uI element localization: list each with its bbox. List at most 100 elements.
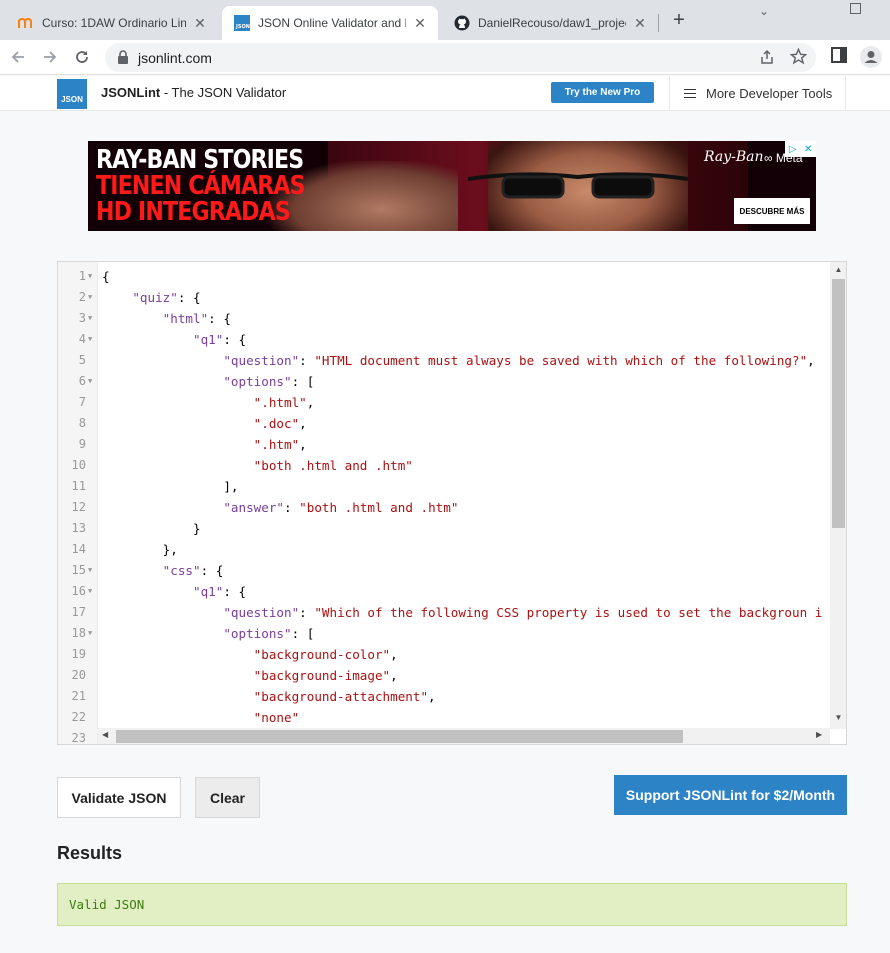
ad-cta-button[interactable]: DESCUBRE MÁS [734,198,810,224]
code-line[interactable]: 2 ▼ "quiz": { [58,287,830,308]
fold-arrow-icon[interactable]: ▼ [88,266,96,287]
support-jsonlint-button[interactable]: Support JSONLint for $2/Month [614,775,847,815]
fold-arrow-icon[interactable]: ▼ [88,371,96,392]
fold-arrow-icon[interactable]: ▼ [88,329,96,350]
ad-info-icon[interactable]: ▷ [785,141,801,157]
maximize-icon[interactable] [850,3,861,17]
url-text[interactable]: jsonlint.com [138,50,212,66]
fold-arrow-icon[interactable]: ▼ [88,308,96,329]
code-line[interactable]: 13 } [58,518,830,539]
more-developer-tools-button[interactable]: More Developer Tools [669,76,846,111]
code-line[interactable]: 12 "answer": "both .html and .htm" [58,497,830,518]
address-bar[interactable]: jsonlint.com [105,43,816,72]
ad-close-icon[interactable]: ✕ [801,141,817,157]
tab-github[interactable]: DanielRecouso/daw1_project ✕ [442,6,658,40]
code-text[interactable]: ".html", [102,392,315,413]
profile-avatar-icon[interactable] [860,46,882,73]
fold-arrow-icon[interactable]: ▼ [88,623,96,644]
code-line[interactable]: 8 ".doc", [58,413,830,434]
validate-json-button[interactable]: Validate JSON [57,777,181,818]
code-line[interactable]: 10 "both .html and .htm" [58,455,830,476]
code-line[interactable]: 7 ".html", [58,392,830,413]
code-text[interactable]: ".doc", [102,413,307,434]
json-string: "none" [253,710,300,725]
code-line[interactable]: 16 ▼ "q1": { [58,581,830,602]
code-text[interactable]: ".htm", [102,434,307,455]
code-text[interactable]: "q1": { [102,329,246,350]
code-text[interactable]: }, [102,539,178,560]
code-line[interactable]: 14 }, [58,539,830,560]
horizontal-scrollbar[interactable]: ◀ ▶ [98,728,830,744]
try-pro-button[interactable]: Try the New Pro [551,82,654,103]
fold-arrow-icon[interactable]: ▼ [88,287,96,308]
scroll-up-icon[interactable]: ▲ [830,265,846,274]
brand-name: JSONLint [101,85,161,100]
code-text[interactable]: "quiz": { [102,287,200,308]
jsonlint-logo[interactable]: JSON [57,79,87,109]
fold-arrow-icon[interactable]: ▼ [88,560,96,581]
code-text[interactable]: "css": { [102,560,224,581]
fold-arrow-icon[interactable]: ▼ [88,581,96,602]
close-icon[interactable]: ✕ [412,15,428,32]
close-icon[interactable]: ✕ [192,15,208,32]
code-text[interactable]: "background-image", [102,665,398,686]
code-line[interactable]: 1 ▼ { [58,266,830,287]
line-number: 18 [71,626,86,640]
code-line[interactable]: 6 ▼ "options": [ [58,371,830,392]
code-line[interactable]: 18 ▼ "options": [ [58,623,830,644]
back-icon[interactable] [7,46,29,68]
code-text[interactable]: "none" [102,707,300,728]
close-icon[interactable]: ✕ [632,15,648,32]
clear-button[interactable]: Clear [195,777,260,818]
brand-title[interactable]: JSONLint - The JSON Validator [101,85,286,100]
code-line[interactable]: 3 ▼ "html": { [58,308,830,329]
tab-moodle[interactable]: Curso: 1DAW Ordinario Lingu ✕ [6,6,218,40]
bookmark-star-icon[interactable] [789,47,808,70]
code-text[interactable]: "background-color", [102,644,398,665]
code-line[interactable]: 22 "none" [58,707,830,728]
ad-banner[interactable]: RAY-BAN STORIES TIENEN CÁMARAS HD INTEGR… [88,141,816,231]
line-number: 8 [78,416,86,430]
svg-text:JSON: JSON [235,24,250,30]
forward-icon[interactable] [39,46,61,68]
ad-choices[interactable]: ▷ ✕ [785,141,816,157]
code-line[interactable]: 4 ▼ "q1": { [58,329,830,350]
scroll-left-icon[interactable]: ◀ [102,730,108,739]
code-text[interactable]: "question": "Which of the following CSS … [102,602,822,623]
code-line[interactable]: 15 ▼ "css": { [58,560,830,581]
code-line[interactable]: 17 "question": "Which of the following C… [58,602,830,623]
code-line[interactable]: 9 ".htm", [58,434,830,455]
code-text[interactable]: "answer": "both .html and .htm" [102,497,458,518]
vertical-scrollbar[interactable]: ▲ ▼ [830,262,846,729]
share-icon[interactable] [759,49,775,70]
chevron-down-icon[interactable]: ⌄ [759,4,769,18]
code-text[interactable]: "options": [ [102,371,314,392]
code-line[interactable]: 5 "question": "HTML document must always… [58,350,830,371]
tab-jsonlint[interactable]: JSON JSON Online Validator and Fo ✕ [222,6,438,40]
code-text[interactable]: "html": { [102,308,231,329]
code-text[interactable]: { [102,266,110,287]
code-text[interactable]: "q1": { [102,581,246,602]
horizontal-scroll-thumb[interactable] [116,730,683,743]
code-text[interactable]: } [102,518,201,539]
code-text[interactable]: "options": [ [102,623,314,644]
code-text[interactable]: "question": "HTML document must always b… [102,350,814,371]
reload-icon[interactable] [71,46,93,68]
scroll-down-icon[interactable]: ▼ [830,713,846,722]
code-line[interactable]: 21 "background-attachment", [58,686,830,707]
editor-lines[interactable]: 1 ▼{2 ▼ "quiz": {3 ▼ "html": {4 ▼ "q1": {5 "… [58,266,830,744]
code-text[interactable]: "both .html and .htm" [102,455,413,476]
vertical-scroll-thumb[interactable] [832,279,845,528]
json-editor[interactable]: 1 ▼{2 ▼ "quiz": {3 ▼ "html": {4 ▼ "q1": {5 "… [57,261,847,745]
lock-icon[interactable] [117,50,129,69]
code-line[interactable]: 11 ], [58,476,830,497]
new-tab-button[interactable]: + [668,9,690,31]
code-text[interactable]: "background-attachment", [102,686,436,707]
scroll-right-icon[interactable]: ▶ [816,730,822,739]
code-line[interactable]: 19 "background-color", [58,644,830,665]
code-text[interactable]: ], [102,476,238,497]
code-line[interactable]: 20 "background-image", [58,665,830,686]
side-panel-icon[interactable] [830,46,848,69]
